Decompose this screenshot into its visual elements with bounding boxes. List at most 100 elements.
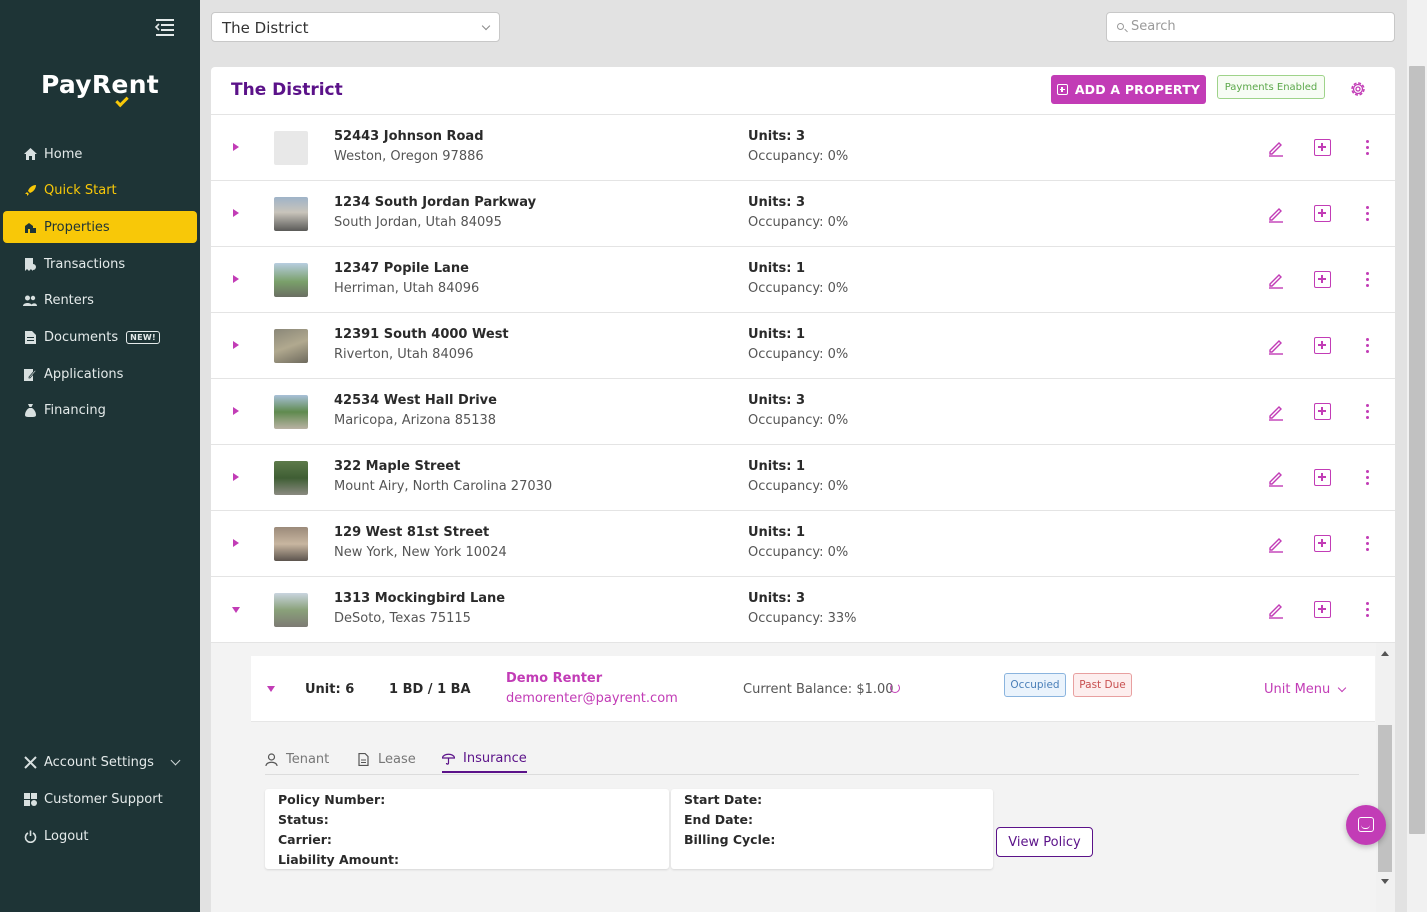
collapse-caret-icon[interactable] xyxy=(232,607,240,613)
more-options-icon[interactable] xyxy=(1366,272,1370,288)
property-address[interactable]: 129 West 81st Street xyxy=(334,525,489,540)
sidebar-item-renters[interactable]: Renters xyxy=(3,284,197,316)
renter-email-link[interactable]: demorenter@payrent.com xyxy=(506,691,678,706)
more-options-icon[interactable] xyxy=(1366,140,1370,156)
scrollbar-thumb[interactable] xyxy=(1409,66,1425,834)
policy-number-label: Policy Number: xyxy=(278,792,386,807)
add-property-button[interactable]: ADD A PROPERTY xyxy=(1051,75,1206,104)
tab-tenant[interactable]: Tenant xyxy=(265,747,329,771)
unit-tabs: Tenant Lease Insurance xyxy=(265,743,1359,775)
property-row[interactable]: 52443 Johnson Road Weston, Oregon 97886 Un… xyxy=(211,115,1395,181)
property-address[interactable]: 12347 Popile Lane xyxy=(334,261,469,276)
sidebar-item-financing[interactable]: Financing xyxy=(3,394,197,426)
edit-icon[interactable] xyxy=(1267,271,1285,289)
add-unit-icon[interactable] xyxy=(1314,337,1331,354)
property-row[interactable]: 322 Maple Street Mount Airy, North Caroli… xyxy=(211,445,1395,511)
home-icon xyxy=(23,147,37,161)
more-options-icon[interactable] xyxy=(1366,536,1370,552)
person-icon xyxy=(265,752,278,766)
payrent-logo[interactable]: PayRent xyxy=(0,70,200,108)
unit-row[interactable]: Unit: 6 1 BD / 1 BA Demo Renter demorent… xyxy=(251,656,1375,722)
sidebar-item-quick-start[interactable]: Quick Start xyxy=(3,174,197,206)
status-badge-past-due: Past Due xyxy=(1073,673,1132,697)
sidebar-item-applications[interactable]: Applications xyxy=(3,358,197,390)
add-unit-icon[interactable] xyxy=(1314,403,1331,420)
property-units: Units: 3 xyxy=(748,129,805,144)
add-unit-icon[interactable] xyxy=(1314,601,1331,618)
property-address[interactable]: 322 Maple Street xyxy=(334,459,460,474)
tab-lease[interactable]: Lease xyxy=(357,747,416,771)
property-row[interactable]: 42534 West Hall Drive Maricopa, Arizona 8… xyxy=(211,379,1395,445)
sidebar-item-account-settings[interactable]: Account Settings xyxy=(3,746,197,778)
sidebar-item-logout[interactable]: Logout xyxy=(3,820,197,852)
property-thumbnail xyxy=(274,263,308,297)
edit-icon[interactable] xyxy=(1267,469,1285,487)
chat-launcher-button[interactable] xyxy=(1346,805,1386,845)
building-icon xyxy=(23,220,37,234)
property-units: Units: 3 xyxy=(748,195,805,210)
add-unit-icon[interactable] xyxy=(1314,469,1331,486)
scroll-up-icon[interactable] xyxy=(1381,651,1389,656)
page-scrollbar[interactable] xyxy=(1407,0,1427,912)
collapse-caret-icon[interactable] xyxy=(267,686,275,692)
edit-icon[interactable] xyxy=(1267,403,1285,421)
property-select[interactable]: The District xyxy=(211,12,500,42)
property-city: South Jordan, Utah 84095 xyxy=(334,215,502,230)
gear-icon[interactable] xyxy=(1349,80,1367,98)
sidebar-item-transactions[interactable]: Transactions xyxy=(3,248,197,280)
more-options-icon[interactable] xyxy=(1366,602,1370,618)
expand-caret-icon[interactable] xyxy=(233,473,239,481)
rocket-icon xyxy=(23,183,37,197)
expand-caret-icon[interactable] xyxy=(233,539,239,547)
menu-collapse-icon[interactable] xyxy=(153,17,175,37)
expand-caret-icon[interactable] xyxy=(233,275,239,283)
property-address[interactable]: 42534 West Hall Drive xyxy=(334,393,497,408)
add-unit-icon[interactable] xyxy=(1314,535,1331,552)
add-unit-icon[interactable] xyxy=(1314,271,1331,288)
expand-caret-icon[interactable] xyxy=(233,143,239,151)
refresh-icon[interactable] xyxy=(890,683,900,693)
expand-caret-icon[interactable] xyxy=(233,407,239,415)
property-address[interactable]: 1313 Mockingbird Lane xyxy=(334,591,505,606)
edit-icon[interactable] xyxy=(1267,205,1285,223)
sidebar-item-documents[interactable]: Documents NEW! xyxy=(3,321,197,353)
sidebar-item-customer-support[interactable]: Customer Support xyxy=(3,783,197,815)
edit-icon[interactable] xyxy=(1267,337,1285,355)
sidebar-item-home[interactable]: Home xyxy=(3,138,197,170)
scrollbar-thumb[interactable] xyxy=(1378,725,1392,872)
property-row[interactable]: 12391 South 4000 West Riverton, Utah 8409… xyxy=(211,313,1395,379)
tab-label: Lease xyxy=(378,751,416,767)
edit-icon[interactable] xyxy=(1267,601,1285,619)
panel-scrollbar[interactable] xyxy=(1376,643,1395,912)
expand-caret-icon[interactable] xyxy=(233,209,239,217)
property-row[interactable]: 12347 Popile Lane Herriman, Utah 84096 Uni… xyxy=(211,247,1395,313)
edit-icon[interactable] xyxy=(1267,139,1285,157)
property-city: DeSoto, Texas 75115 xyxy=(334,611,471,626)
add-unit-icon[interactable] xyxy=(1314,205,1331,222)
property-address[interactable]: 52443 Johnson Road xyxy=(334,129,484,144)
property-address[interactable]: 12391 South 4000 West xyxy=(334,327,509,342)
unit-menu-button[interactable]: Unit Menu xyxy=(1264,682,1330,697)
expand-caret-icon[interactable] xyxy=(233,341,239,349)
more-options-icon[interactable] xyxy=(1366,206,1370,222)
renter-name-link[interactable]: Demo Renter xyxy=(506,671,602,686)
property-city: New York, New York 10024 xyxy=(334,545,507,560)
more-options-icon[interactable] xyxy=(1366,338,1370,354)
more-options-icon[interactable] xyxy=(1366,404,1370,420)
scroll-down-icon[interactable] xyxy=(1381,879,1389,884)
property-address[interactable]: 1234 South Jordan Parkway xyxy=(334,195,536,210)
property-row[interactable]: 129 West 81st Street New York, New York 1… xyxy=(211,511,1395,577)
property-row[interactable]: 1234 South Jordan Parkway South Jordan, U… xyxy=(211,181,1395,247)
search-placeholder: Search xyxy=(1131,19,1176,34)
add-property-label: ADD A PROPERTY xyxy=(1074,82,1201,97)
view-policy-button[interactable]: View Policy xyxy=(996,827,1093,857)
property-occupancy: Occupancy: 0% xyxy=(748,149,849,164)
tab-insurance[interactable]: Insurance xyxy=(442,743,527,773)
more-options-icon[interactable] xyxy=(1366,470,1370,486)
add-unit-icon[interactable] xyxy=(1314,139,1331,156)
sidebar-item-properties[interactable]: Properties xyxy=(3,211,197,243)
edit-icon[interactable] xyxy=(1267,535,1285,553)
search-input[interactable]: Search xyxy=(1106,12,1395,42)
property-row[interactable]: 1313 Mockingbird Lane DeSoto, Texas 75115… xyxy=(211,577,1395,643)
sidebar-item-label: Transactions xyxy=(44,256,126,272)
